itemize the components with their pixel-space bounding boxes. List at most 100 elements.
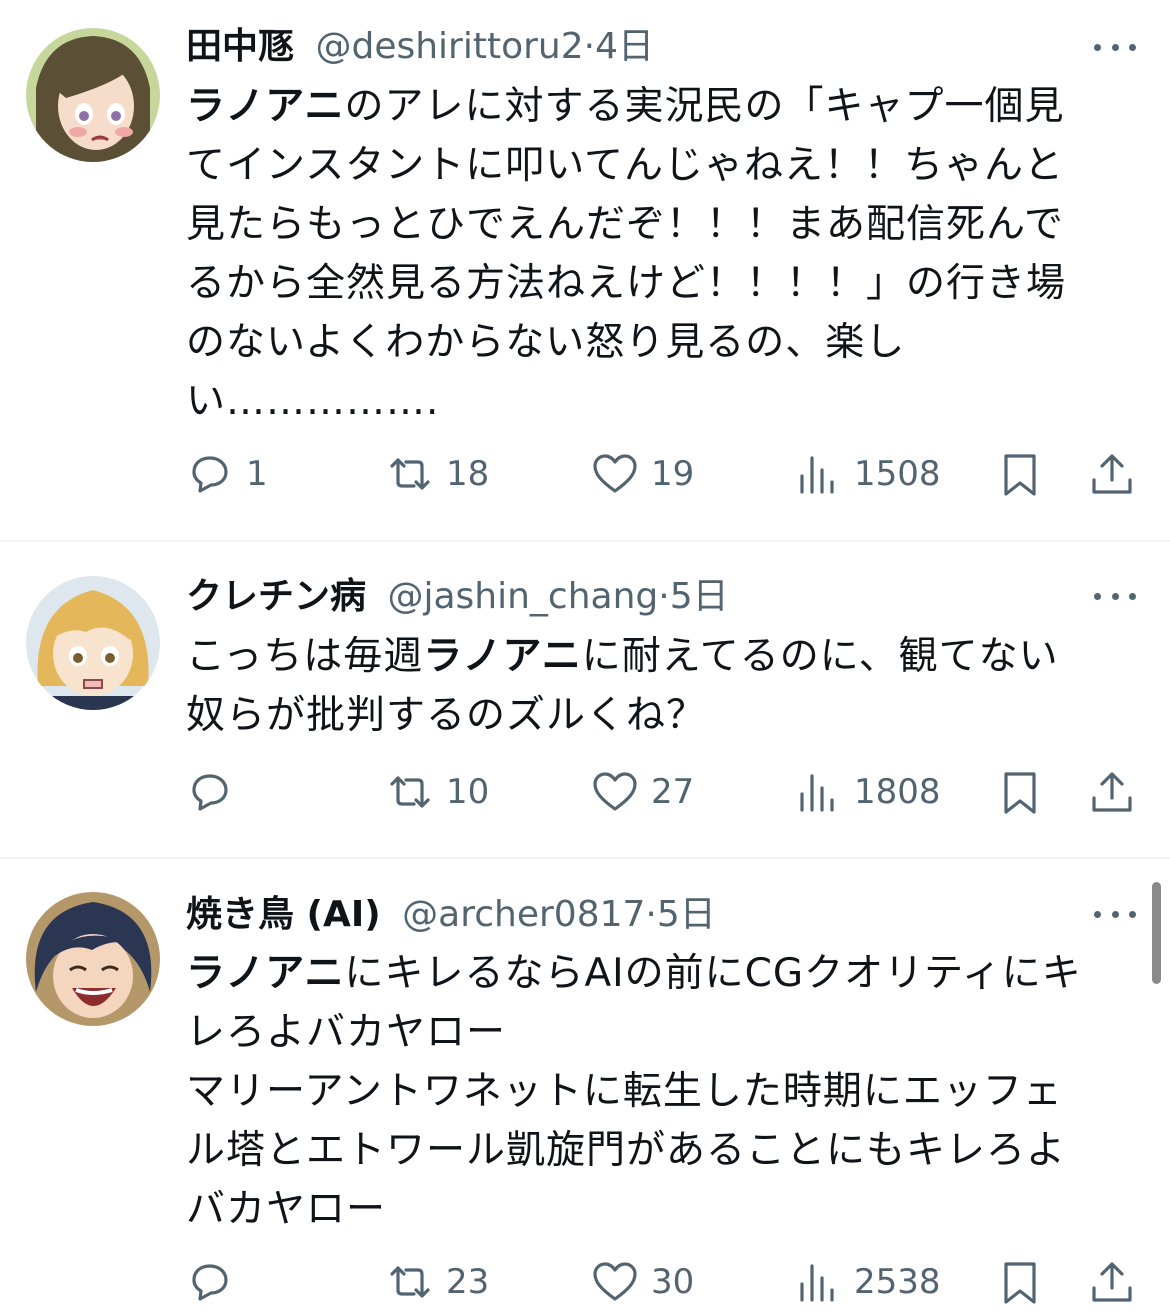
retweet-count: 23 (446, 1262, 490, 1302)
bookmark-button[interactable] (996, 762, 1044, 822)
tweet-text-line: ラノアニのアレに対する実況民の「キャプ一個見 (186, 77, 1126, 136)
like-count: 19 (651, 454, 695, 494)
share-icon (1092, 454, 1132, 494)
handle[interactable]: @deshirittoru2 (315, 26, 583, 67)
separator: · (583, 26, 596, 67)
tweet-text-line: バカヤロー (186, 1180, 1126, 1239)
more-icon[interactable] (1094, 908, 1136, 920)
avatar[interactable] (26, 576, 160, 710)
avatar[interactable] (26, 892, 160, 1026)
timestamp[interactable]: 4日 (595, 26, 654, 67)
text-run: 奴らが批判するのズルくね？ (186, 693, 707, 738)
views-count: 2538 (854, 1262, 941, 1302)
like-count: 30 (651, 1262, 695, 1302)
tweet-text-line: ル塔とエトワール凱旋門があることにもキレろよ (186, 1121, 1126, 1180)
text-run: にキレるならAIの前にCGクオリティにキ (344, 951, 1082, 996)
display-name[interactable]: クレチン病 (186, 576, 366, 617)
retweet-count: 18 (446, 454, 490, 494)
like-button[interactable]: 19 (591, 444, 694, 504)
retweet-button[interactable]: 18 (386, 444, 489, 504)
tweet-divider (0, 540, 1170, 542)
text-run: マリーアントワネットに転生した時期にエッフェ (186, 1069, 1063, 1114)
action-bar: 10 27 1808 (186, 762, 1146, 822)
separator: · (645, 894, 657, 935)
share-button[interactable] (1088, 762, 1136, 822)
tweet-text-line: マリーアントワネットに転生した時期にエッフェ (186, 1062, 1126, 1121)
avatar[interactable] (26, 28, 160, 162)
text-run: こっちは毎週 (186, 634, 424, 679)
tweet-divider (0, 857, 1170, 859)
retweet-button[interactable]: 23 (386, 1252, 489, 1312)
retweet-count: 10 (446, 772, 490, 812)
like-button[interactable]: 27 (591, 762, 694, 822)
share-icon (1092, 1262, 1132, 1302)
views-icon (800, 774, 834, 812)
text-run: に耐えてるのに、観てない (581, 634, 1059, 679)
action-bar: 1 18 19 1508 (186, 444, 1146, 504)
tweet-text-line: レろよバカヤロー (186, 1003, 1126, 1062)
timestamp[interactable]: 5日 (657, 894, 716, 935)
text-run: のないよくわからない怒り見るの、楽し (186, 320, 906, 365)
tweet-header: 焼き鳥 (AI) @archer0817·5日 (186, 890, 716, 940)
share-icon (1092, 772, 1132, 812)
bookmark-icon (1004, 1262, 1036, 1304)
tweet-text-line: るから全然見る方法ねえけど！！！！」の行き場 (186, 254, 1126, 313)
bookmark-icon (1004, 772, 1036, 814)
like-icon (593, 454, 637, 493)
like-button[interactable]: 30 (591, 1252, 694, 1312)
bookmark-icon (1004, 454, 1036, 496)
text-run: るから全然見る方法ねえけど！！！！」の行き場 (186, 261, 1067, 306)
views-icon (800, 1264, 834, 1302)
reply-button[interactable]: 1 (186, 444, 268, 504)
scrollbar[interactable] (1152, 882, 1161, 984)
text-run: てインスタントに叩いてんじゃねえ！！ちゃんと (186, 143, 1065, 188)
reply-button[interactable] (186, 762, 246, 822)
views-button[interactable]: 2538 (794, 1252, 941, 1312)
bookmark-button[interactable] (996, 444, 1044, 504)
reply-icon (192, 1264, 228, 1301)
keyword-highlight: ラノアニ (423, 634, 582, 679)
text-run: のアレに対する実況民の「キャプ一個見 (344, 84, 1065, 129)
tweet-text-line: こっちは毎週ラノアニに耐えてるのに、観てない (186, 627, 1126, 686)
text-run: 見たらもっとひでえんだぞ！！！まあ配信死んで (186, 202, 1065, 247)
separator: · (658, 576, 670, 617)
views-button[interactable]: 1508 (794, 444, 941, 504)
like-icon (593, 772, 637, 811)
text-run: レろよバカヤロー (186, 1010, 507, 1055)
tweet-text-line: い……………. (186, 372, 1126, 431)
retweet-button[interactable]: 10 (386, 762, 489, 822)
display-name[interactable]: 焼き鳥 (AI) (186, 894, 381, 935)
tweet-text-line: ラノアニにキレるならAIの前にCGクオリティにキ (186, 944, 1126, 1003)
handle[interactable]: @archer0817 (402, 894, 645, 935)
tweet-text: こっちは毎週ラノアニに耐えてるのに、観てない奴らが批判するのズルくね？ (186, 627, 1126, 745)
text-run: い……………. (186, 379, 440, 424)
display-name[interactable]: 田中豗 (186, 26, 294, 67)
more-icon[interactable] (1094, 41, 1136, 53)
keyword-highlight: ラノアニ (186, 84, 345, 129)
tweet-text-line: 見たらもっとひでえんだぞ！！！まあ配信死んで (186, 195, 1126, 254)
retweet-icon (390, 1266, 430, 1298)
views-count: 1508 (854, 454, 941, 494)
timestamp[interactable]: 5日 (670, 576, 729, 617)
text-run: バカヤロー (186, 1187, 387, 1232)
tweet-header: 田中豗 @deshirittoru2·4日 (186, 22, 654, 72)
retweet-icon (390, 458, 430, 490)
tweet-text-line: 奴らが批判するのズルくね？ (186, 686, 1126, 745)
reply-icon (192, 456, 228, 493)
bookmark-button[interactable] (996, 1252, 1044, 1312)
tweet-header: クレチン病 @jashin_chang·5日 (186, 572, 729, 622)
share-button[interactable] (1088, 1252, 1136, 1312)
views-count: 1808 (854, 772, 941, 812)
handle[interactable]: @jashin_chang (387, 576, 658, 617)
reply-count: 1 (246, 454, 268, 494)
tweet-text-line: てインスタントに叩いてんじゃねえ！！ちゃんと (186, 136, 1126, 195)
more-icon[interactable] (1094, 590, 1136, 602)
tweet-text-line: のないよくわからない怒り見るの、楽し (186, 313, 1126, 372)
share-button[interactable] (1088, 444, 1136, 504)
views-button[interactable]: 1808 (794, 762, 941, 822)
reply-button[interactable] (186, 1252, 246, 1312)
retweet-icon (390, 776, 430, 808)
text-run: ル塔とエトワール凱旋門があることにもキレろよ (186, 1128, 1067, 1173)
tweet-text: ラノアニのアレに対する実況民の「キャプ一個見てインスタントに叩いてんじゃねえ！！… (186, 77, 1126, 431)
like-count: 27 (651, 772, 695, 812)
